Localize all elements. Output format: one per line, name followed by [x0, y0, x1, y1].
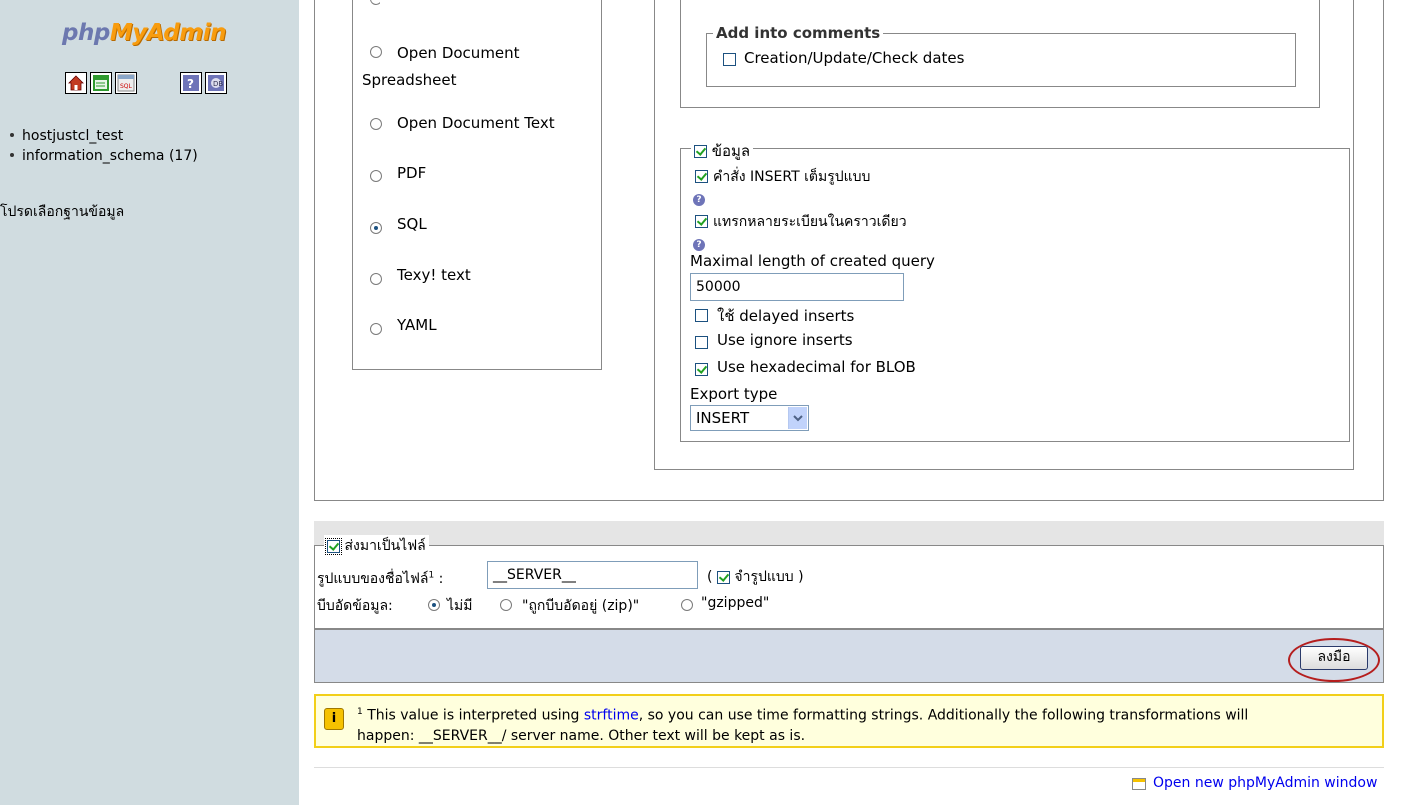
format-option-sql[interactable] [370, 220, 382, 236]
hex-blob-label: Use hexadecimal for BLOB [717, 358, 916, 376]
format-label-yaml: YAML [397, 316, 437, 334]
open-new-window-link[interactable]: Open new phpMyAdmin window [1153, 775, 1377, 791]
data-legend-text: ข้อมูล [711, 142, 751, 160]
chevron-down-icon[interactable] [788, 407, 807, 429]
notice-text: 1 This value is interpreted using strfti… [357, 707, 1249, 744]
strftime-link[interactable]: strftime [584, 708, 639, 724]
compression-none-label: ไม่มี [447, 598, 473, 614]
footer-divider [314, 767, 1384, 768]
svg-text:SQL: SQL [120, 83, 133, 90]
compression-label: บีบอัดข้อมูล: [317, 598, 393, 614]
compression-gzip-label: "gzipped" [701, 595, 770, 611]
export-type-label: Export type [690, 385, 778, 403]
panel-border-bottom [314, 500, 1384, 501]
extended-inserts-label: แทรกหลายระเบียนในคราวเดียว [713, 214, 907, 230]
save-file-legend-text: ส่งมาเป็นไฟล์ [344, 538, 426, 554]
export-type-select[interactable]: INSERT [690, 405, 809, 431]
format-label-texy: Texy! text [397, 266, 471, 284]
query-window-icon[interactable] [90, 72, 112, 94]
database-list: hostjustcl_test information_schema (17) [8, 126, 198, 166]
filename-template-input[interactable]: __SERVER__ [487, 561, 698, 589]
format-option-ods[interactable] [370, 44, 382, 60]
delayed-inserts-checkbox[interactable] [695, 307, 708, 323]
format-label-sql: SQL [397, 215, 427, 233]
database-item[interactable]: hostjustcl_test [8, 126, 198, 146]
info-icon: i [324, 708, 344, 730]
help-icon[interactable]: ? [693, 235, 705, 251]
format-label-ods: Open Document [397, 44, 520, 62]
compression-none-radio[interactable] [428, 597, 440, 613]
data-checkbox[interactable] [694, 145, 707, 158]
format-radio[interactable] [370, 46, 382, 58]
help-icon[interactable]: ? [693, 190, 705, 206]
logo-php-text: php [62, 20, 110, 46]
delayed-inserts-label: ใช้ delayed inserts [717, 307, 855, 325]
max-query-input[interactable]: 50000 [690, 273, 904, 301]
creation-dates-label: Creation/Update/Check dates [744, 49, 965, 67]
ignore-inserts-label: Use ignore inserts [717, 331, 853, 349]
button-bar [314, 629, 1384, 683]
remember-template-label: จำรูปแบบ [734, 569, 794, 585]
creation-dates-checkbox[interactable] [723, 51, 736, 67]
format-label-pdf: PDF [397, 164, 427, 182]
sql-icon[interactable]: SQL [115, 72, 137, 94]
save-file-fieldset [314, 545, 1384, 629]
ignore-inserts-checkbox[interactable] [695, 334, 708, 350]
svg-text:DB: DB [213, 80, 223, 88]
save-file-legend[interactable]: ส่งมาเป็นไฟล์ [324, 535, 429, 557]
format-option-pdf[interactable] [370, 168, 382, 184]
documentation-icon[interactable]: DB [205, 72, 227, 94]
format-label-odt: Open Document Text [397, 114, 555, 132]
remember-template-checkbox[interactable] [716, 570, 730, 584]
filename-label: รูปแบบของชื่อไฟล์1 : [317, 570, 444, 587]
complete-inserts-checkbox[interactable] [695, 168, 708, 184]
database-item[interactable]: information_schema (17) [8, 146, 198, 166]
highlight-circle [1288, 638, 1380, 682]
save-file-checkbox[interactable] [325, 537, 342, 555]
left-frame: phpMyAdmin SQL ? DB hostjustcl_test info… [0, 0, 299, 805]
panel-border-right [1383, 0, 1384, 500]
remember-template[interactable]: ( จำรูปแบบ ) [707, 566, 804, 588]
logo-myadmin-text: MyAdmin [109, 20, 227, 46]
format-option-yaml[interactable] [370, 321, 382, 337]
partial-radio[interactable] [370, 0, 380, 6]
new-window-icon [1132, 778, 1146, 790]
panel-border-left [314, 0, 315, 500]
phpmyadmin-logo[interactable]: phpMyAdmin [62, 20, 226, 46]
complete-inserts-label: คำสั่ง INSERT เต็มรูปแบบ [713, 169, 871, 185]
export-type-value: INSERT [696, 409, 750, 427]
home-icon[interactable] [65, 72, 87, 94]
hex-blob-checkbox[interactable] [695, 361, 708, 377]
help-icon[interactable]: ? [180, 72, 202, 94]
max-query-label: Maximal length of created query [690, 252, 935, 270]
comments-legend: Add into comments [713, 24, 884, 42]
format-option-odt[interactable] [370, 116, 382, 132]
svg-text:?: ? [187, 77, 194, 91]
extended-inserts-checkbox[interactable] [695, 213, 708, 229]
choose-database-hint: โปรดเลือกฐานข้อมูล [0, 204, 125, 220]
format-label-ods-2: Spreadsheet [362, 71, 457, 89]
compression-gzip-radio[interactable] [681, 597, 693, 613]
format-option-texy[interactable] [370, 271, 382, 287]
data-legend[interactable]: ข้อมูล [691, 139, 754, 163]
compression-zip-label: "ถูกบีบอัดอยู่ (zip)" [522, 598, 640, 614]
compression-zip-radio[interactable] [500, 597, 512, 613]
